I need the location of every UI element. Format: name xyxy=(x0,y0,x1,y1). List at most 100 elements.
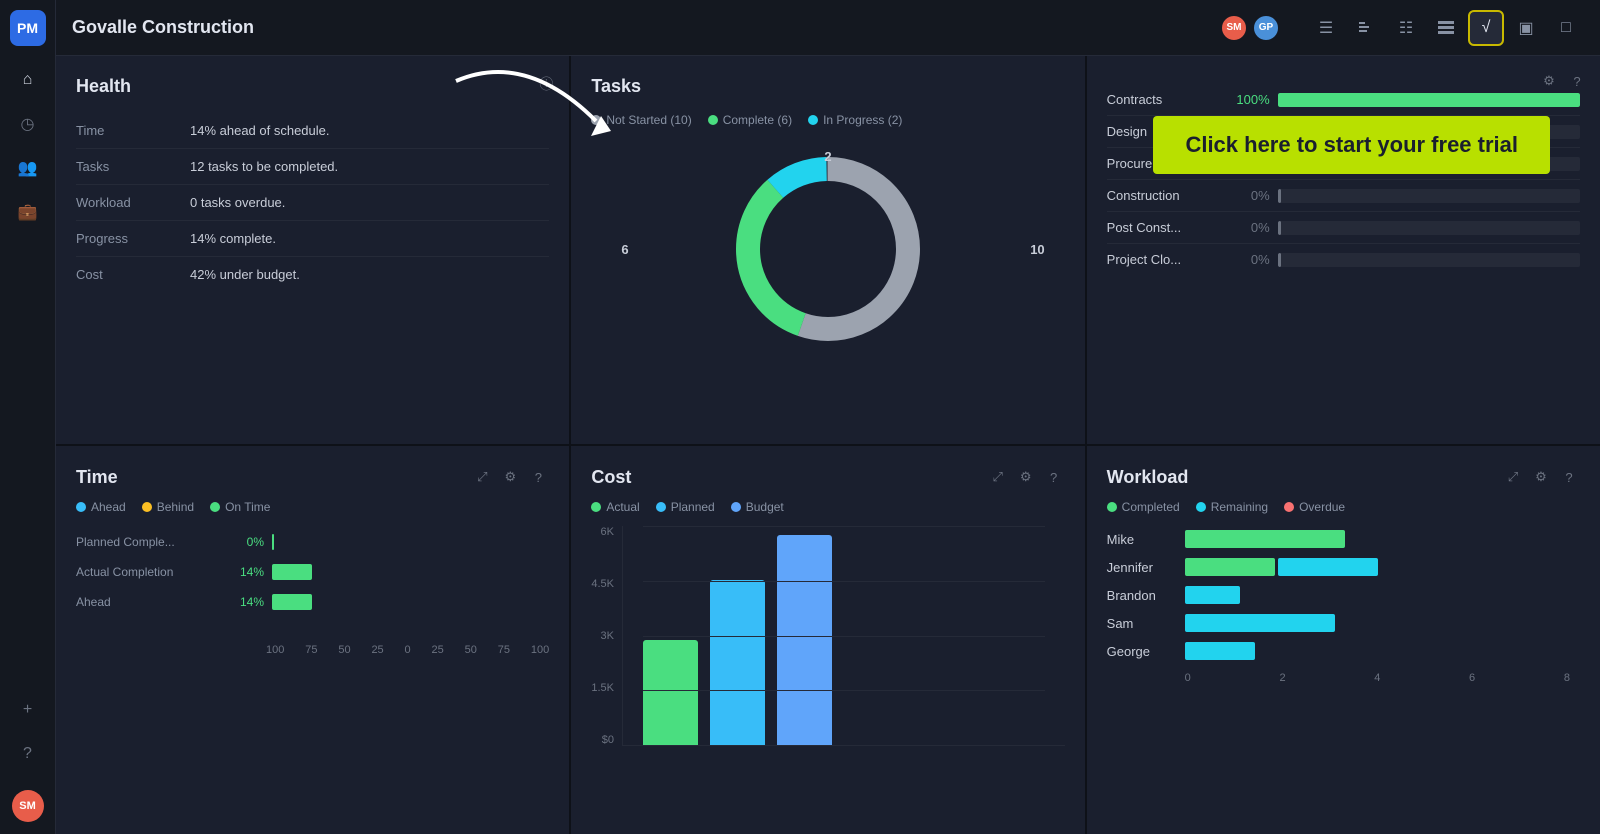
gantt-view-button[interactable] xyxy=(1348,10,1384,46)
sidebar-item-clock[interactable]: ◷ xyxy=(10,106,46,142)
phase-row-design: Design 80% xyxy=(1107,116,1580,148)
legend-label-on-time: On Time xyxy=(225,500,270,514)
sidebar-item-users[interactable]: 👥 xyxy=(10,150,46,186)
workload-bars-brandon xyxy=(1185,586,1580,604)
phase-bar-construction xyxy=(1278,189,1281,203)
phase-bar-post-const xyxy=(1278,221,1281,235)
legend-dot-behind xyxy=(142,502,152,512)
legend-label-behind: Behind xyxy=(157,500,194,514)
legend-budget: Budget xyxy=(731,500,784,514)
topbar-view-buttons: ☰ ☷ √ ▣ □ xyxy=(1308,10,1584,46)
legend-complete: Complete (6) xyxy=(708,113,792,127)
phase-bar-container-construction xyxy=(1278,189,1580,203)
legend-behind: Behind xyxy=(142,500,194,514)
cost-settings-icon[interactable]: ⚙ xyxy=(1015,466,1037,488)
phase-row-contracts: Contracts 100% xyxy=(1107,84,1580,116)
phase-pct-procurement: 19% xyxy=(1225,156,1270,171)
workload-bar-jennifer-completed xyxy=(1185,558,1275,576)
app-logo[interactable]: PM xyxy=(10,10,46,46)
health-label-workload: Workload xyxy=(76,195,166,210)
workload-settings-icon[interactable]: ⚙ xyxy=(1530,466,1552,488)
time-row-planned: Planned Comple... 0% xyxy=(76,534,549,550)
legend-on-time: On Time xyxy=(210,500,270,514)
legend-dot-budget xyxy=(731,502,741,512)
dashboard-view-button[interactable]: √ xyxy=(1468,10,1504,46)
workload-name-sam: Sam xyxy=(1107,616,1177,631)
sidebar-item-help[interactable]: ? xyxy=(10,736,46,772)
bar-planned xyxy=(710,580,765,745)
time-bar-fill-ahead xyxy=(272,594,312,610)
legend-overdue: Overdue xyxy=(1284,500,1345,514)
time-axis-75r: 75 xyxy=(498,644,510,656)
list-view-button[interactable]: ☰ xyxy=(1308,10,1344,46)
phase-name-contracts: Contracts xyxy=(1107,92,1217,107)
workload-row-sam: Sam xyxy=(1107,614,1580,632)
time-label-ahead: Ahead xyxy=(76,595,216,609)
avatar-sm[interactable]: SM xyxy=(1220,14,1248,42)
donut-chart-container: 2 6 10 xyxy=(591,139,1064,359)
legend-dot-not-started xyxy=(591,115,601,125)
legend-completed: Completed xyxy=(1107,500,1180,514)
cost-expand-icon[interactable]: ⤢ xyxy=(987,466,1009,488)
legend-label-remaining: Remaining xyxy=(1211,500,1268,514)
y-label-45k: 4.5K xyxy=(591,578,614,590)
y-label-15k: 1.5K xyxy=(591,682,614,694)
time-pct-ahead: 14% xyxy=(224,595,264,609)
phase-bar-design xyxy=(1278,125,1520,139)
dashboard: Health ⓘ Time 14% ahead of schedule. Tas… xyxy=(56,56,1600,834)
legend-label-planned: Planned xyxy=(671,500,715,514)
legend-label-actual: Actual xyxy=(606,500,639,514)
time-expand-icon[interactable]: ⤢ xyxy=(471,466,493,488)
user-avatar[interactable]: SM xyxy=(10,788,46,824)
health-help-icon[interactable]: ⓘ xyxy=(539,74,553,94)
cost-legend: Actual Planned Budget xyxy=(591,500,1064,514)
time-settings-icon[interactable]: ⚙ xyxy=(499,466,521,488)
tasks-help-icon[interactable]: ? xyxy=(1566,70,1588,92)
workload-name-brandon: Brandon xyxy=(1107,588,1177,603)
legend-label-overdue: Overdue xyxy=(1299,500,1345,514)
phase-name-procurement: Procurement xyxy=(1107,156,1217,171)
table-view-button[interactable] xyxy=(1428,10,1464,46)
workload-axis: 0 2 4 6 8 xyxy=(1107,672,1580,684)
health-label-cost: Cost xyxy=(76,267,166,282)
workload-bar-mike-completed xyxy=(1185,530,1345,548)
legend-dot-completed xyxy=(1107,502,1117,512)
workload-row-george: George xyxy=(1107,642,1580,660)
health-value-workload: 0 tasks overdue. xyxy=(190,195,285,210)
health-row-progress: Progress 14% complete. xyxy=(76,221,549,257)
donut-label-right: 10 xyxy=(1030,242,1044,257)
sidebar-item-add[interactable]: + xyxy=(10,692,46,728)
calendar-view-button[interactable]: ▣ xyxy=(1508,10,1544,46)
time-help-icon[interactable]: ? xyxy=(527,466,549,488)
donut-chart-svg xyxy=(728,149,928,349)
workload-axis-6: 6 xyxy=(1469,672,1475,684)
workload-help-icon[interactable]: ? xyxy=(1558,466,1580,488)
phase-row-project-close: Project Clo... 0% xyxy=(1107,244,1580,275)
avatar-gp[interactable]: GP xyxy=(1252,14,1280,42)
health-label-time: Time xyxy=(76,123,166,138)
phases-panel: ⚙ ? Contracts 100% Design 80% xyxy=(1087,56,1600,444)
time-bar-actual xyxy=(272,564,549,580)
sidebar-item-home[interactable]: ⌂ xyxy=(10,62,46,98)
filter-view-button[interactable]: ☷ xyxy=(1388,10,1424,46)
tasks-settings-icon[interactable]: ⚙ xyxy=(1538,70,1560,92)
topbar: Govalle Construction SM GP ☰ ☷ √ ▣ □ xyxy=(56,0,1600,56)
legend-label-budget: Budget xyxy=(746,500,784,514)
workload-bar-george-remaining xyxy=(1185,642,1255,660)
workload-expand-icon[interactable]: ⤢ xyxy=(1502,466,1524,488)
workload-bars-sam xyxy=(1185,614,1580,632)
topbar-avatars: SM GP xyxy=(1220,14,1280,42)
donut-label-left: 6 xyxy=(621,242,628,257)
cost-help-icon[interactable]: ? xyxy=(1043,466,1065,488)
bar-budget xyxy=(777,535,832,745)
file-view-button[interactable]: □ xyxy=(1548,10,1584,46)
phase-row-construction: Construction 0% xyxy=(1107,180,1580,212)
donut-label-top: 2 xyxy=(824,149,831,164)
time-bar-fill-planned xyxy=(272,534,274,550)
health-title: Health xyxy=(76,76,549,97)
sidebar-item-briefcase[interactable]: 💼 xyxy=(10,194,46,230)
time-pct-actual: 14% xyxy=(224,565,264,579)
time-axis-50r: 50 xyxy=(465,644,477,656)
cost-title: Cost xyxy=(591,467,631,488)
workload-row-jennifer: Jennifer xyxy=(1107,558,1580,576)
